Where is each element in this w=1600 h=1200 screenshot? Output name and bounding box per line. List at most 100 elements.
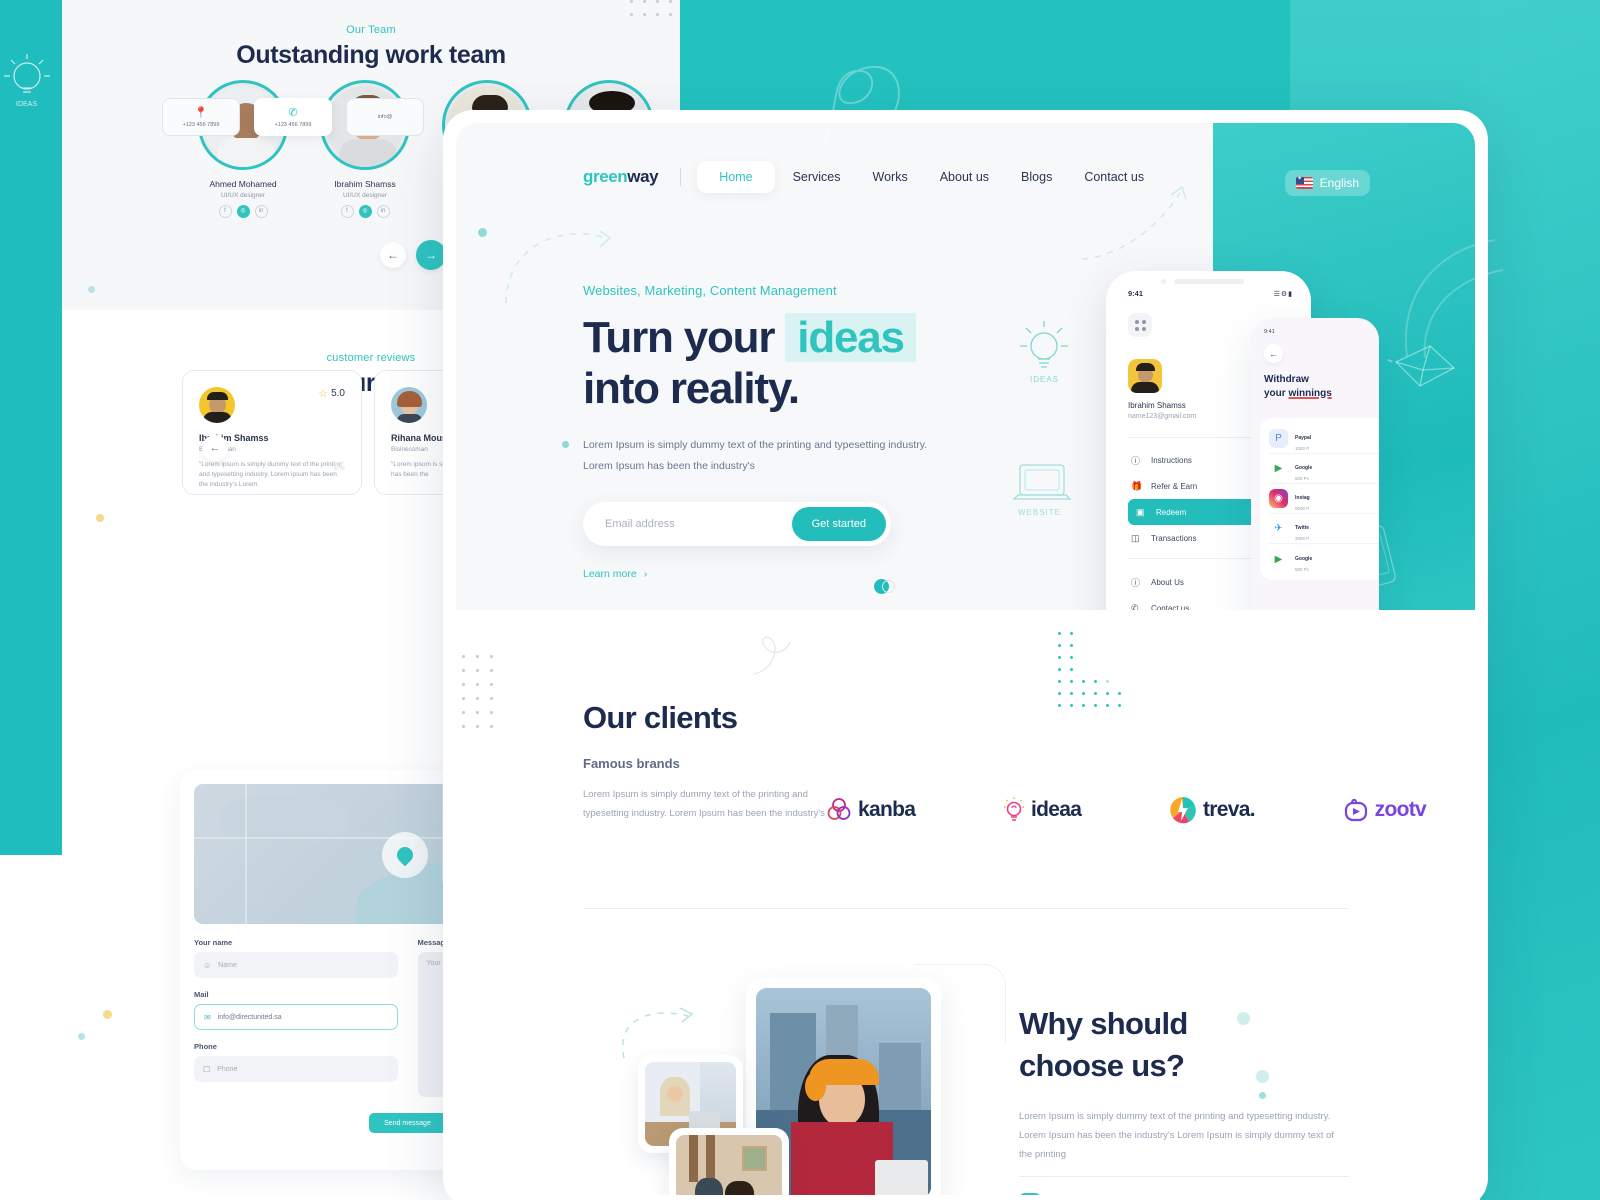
nav-item-about-us[interactable]: About us	[926, 161, 1003, 193]
feature-badge	[1019, 1193, 1041, 1195]
withdraw-option-list: P Paypal 1000 P ▶ Google 500 Pc ◉ Instag 50…	[1260, 418, 1379, 580]
next-arrow-icon[interactable]: →	[416, 240, 446, 270]
decorative-dot	[1259, 1092, 1266, 1099]
mail-field[interactable]: ✉ info@directunited.sa	[194, 1004, 398, 1030]
decorative-dot	[562, 441, 569, 448]
avatar	[391, 387, 427, 423]
brand-name: zootv	[1374, 798, 1427, 821]
withdraw-row[interactable]: ▶ Google 500 Pc	[1269, 544, 1379, 574]
nav-item-blogs[interactable]: Blogs	[1007, 161, 1066, 193]
dot-grid-decoration	[1058, 632, 1121, 707]
why-text-block: Why should choose us? Lorem Ipsum is sim…	[1019, 1003, 1349, 1164]
status-time: 9:41	[1128, 289, 1144, 298]
bulb-doodle-icon: IDEAS	[4, 54, 50, 108]
phone-camera-icon	[1160, 279, 1166, 284]
facebook-icon[interactable]: f	[218, 205, 232, 218]
decorative-dot	[96, 514, 104, 522]
dot-grid-decoration	[462, 655, 493, 728]
laptop-doodle-icon: WEBSITE	[1012, 464, 1072, 517]
clients-paragraph: Lorem Ipsum is simply dummy text of the …	[583, 789, 825, 819]
map-pin-icon	[381, 831, 428, 878]
withdraw-title-line1: Withdraw	[1264, 374, 1309, 385]
dot-grid-decoration	[630, 0, 672, 16]
contact-chip-address[interactable]: 📍 +123 456 7899	[162, 98, 240, 136]
withdraw-row[interactable]: ✈ Twitte 3000 P	[1269, 514, 1379, 544]
review-card[interactable]: ☆ 5.0 Ibrahim Shamss Bisinessman "Lorem …	[182, 370, 362, 495]
receipt-icon: ◫	[1131, 532, 1140, 543]
withdraw-row[interactable]: ◉ Instag 5000 P	[1269, 484, 1379, 514]
team-title: Outstanding work team	[236, 41, 506, 69]
hero-carousel-indicator[interactable]	[874, 579, 895, 594]
hero-title: Turn your ideas into reality.	[583, 312, 1013, 415]
language-selector[interactable]: English	[1284, 170, 1370, 196]
contact-chip-mail[interactable]: info@	[346, 98, 424, 136]
instagram-icon: ◉	[1269, 489, 1288, 508]
avatar	[1128, 359, 1162, 393]
rating-value: 5.0	[331, 388, 345, 399]
clients-title: Our clients	[583, 700, 738, 735]
nav-item-works[interactable]: Works	[859, 161, 922, 193]
withdraw-row[interactable]: P Paypal 1000 P	[1269, 424, 1379, 454]
gift-icon: 🎁	[1131, 480, 1143, 491]
decorative-dot	[1237, 1012, 1250, 1025]
logo-way: way	[627, 167, 659, 186]
phone-user-name: Ibrahim Shamss	[1128, 401, 1186, 410]
hero-title-part1: Turn your	[583, 313, 775, 362]
email-input[interactable]: Email address	[605, 518, 675, 530]
team-carousel-controls[interactable]: ← →	[380, 240, 446, 270]
facebook-icon[interactable]: f	[340, 205, 354, 218]
clients-section: Our clients Famous brands Lorem Ipsum is…	[456, 610, 1475, 940]
hero-paragraph-line1: Lorem Ipsum is simply dummy text of the …	[583, 438, 928, 451]
brand-logo-treva[interactable]: treva.	[1169, 796, 1256, 824]
chip-text: +123 456 7899	[274, 122, 312, 128]
member-socials[interactable]: f ◎ in	[304, 205, 426, 218]
status-icons: ☰⚙▮	[1273, 290, 1293, 298]
instagram-icon[interactable]: ◎	[358, 205, 372, 218]
learn-more-label: Learn more	[583, 567, 637, 580]
nav-item-contact-us[interactable]: Contact us	[1070, 161, 1158, 193]
option-points: 500 Pc	[1295, 476, 1310, 481]
brand-name: ideaa	[1031, 798, 1082, 821]
prev-arrow-icon[interactable]: ←	[380, 242, 406, 268]
nav-links: Home Services Works About us Blogs Conta…	[697, 161, 1158, 193]
carousel-dot[interactable]	[882, 580, 895, 593]
zootv-icon	[1344, 798, 1367, 822]
learn-more-link[interactable]: Learn more ›	[583, 568, 1013, 580]
contact-chip-phone[interactable]: ✆ +123 456 7899	[254, 98, 332, 136]
chip-text: +123 456 7899	[182, 122, 220, 128]
screenshot-canvas: Our Team Outstanding work team Ahmed Moh…	[0, 0, 1600, 1200]
google-play-icon: ▶	[1269, 549, 1288, 569]
brand-logo-kanba[interactable]: kanba	[826, 797, 916, 823]
grid-menu-icon[interactable]	[1128, 313, 1152, 337]
user-icon: ☺	[203, 960, 212, 970]
svg-text:IDEAS: IDEAS	[16, 101, 37, 108]
send-message-button[interactable]: Send message	[368, 1113, 447, 1133]
brand-logo-ideaa[interactable]: ideaa	[1003, 797, 1082, 823]
photo-image	[676, 1135, 782, 1195]
nav-item-services[interactable]: Services	[779, 161, 855, 193]
withdraw-title-line2b: winnings	[1288, 387, 1332, 399]
avatar	[199, 387, 235, 423]
logo[interactable]: greenway	[583, 167, 659, 187]
withdraw-row[interactable]: ▶ Google 500 Pc	[1269, 454, 1379, 484]
main-website-card: greenway Home Services Works About us Bl…	[443, 110, 1488, 1200]
back-arrow-icon[interactable]: ←	[1264, 344, 1283, 363]
reviews-prev-arrow-icon[interactable]: ←	[202, 435, 228, 461]
linkedin-icon[interactable]: in	[254, 205, 268, 218]
phone-status-bar: 9:41 ☰⚙▮	[1128, 289, 1293, 298]
nav-item-home[interactable]: Home	[697, 161, 775, 193]
member-socials[interactable]: f ◎ in	[182, 205, 304, 218]
brand-logo-zootv[interactable]: zootv	[1343, 797, 1427, 823]
section-divider	[583, 908, 1348, 909]
clients-text-block: Our clients Famous brands Lorem Ipsum is…	[583, 700, 853, 823]
get-started-button[interactable]: Get started	[791, 506, 886, 541]
instagram-icon[interactable]: ◎	[236, 205, 250, 218]
linkedin-icon[interactable]: in	[376, 205, 390, 218]
google-play-icon: ▶	[1269, 459, 1288, 478]
option-points: 3000 P	[1295, 536, 1310, 541]
name-field[interactable]: ☺ Name	[194, 952, 398, 978]
twitter-icon: ✈	[1269, 519, 1288, 538]
phone-field[interactable]: ☐ Phone	[194, 1056, 398, 1082]
question-circle-icon: ⓘ	[1131, 455, 1141, 466]
location-pin-icon: 📍	[194, 107, 208, 119]
